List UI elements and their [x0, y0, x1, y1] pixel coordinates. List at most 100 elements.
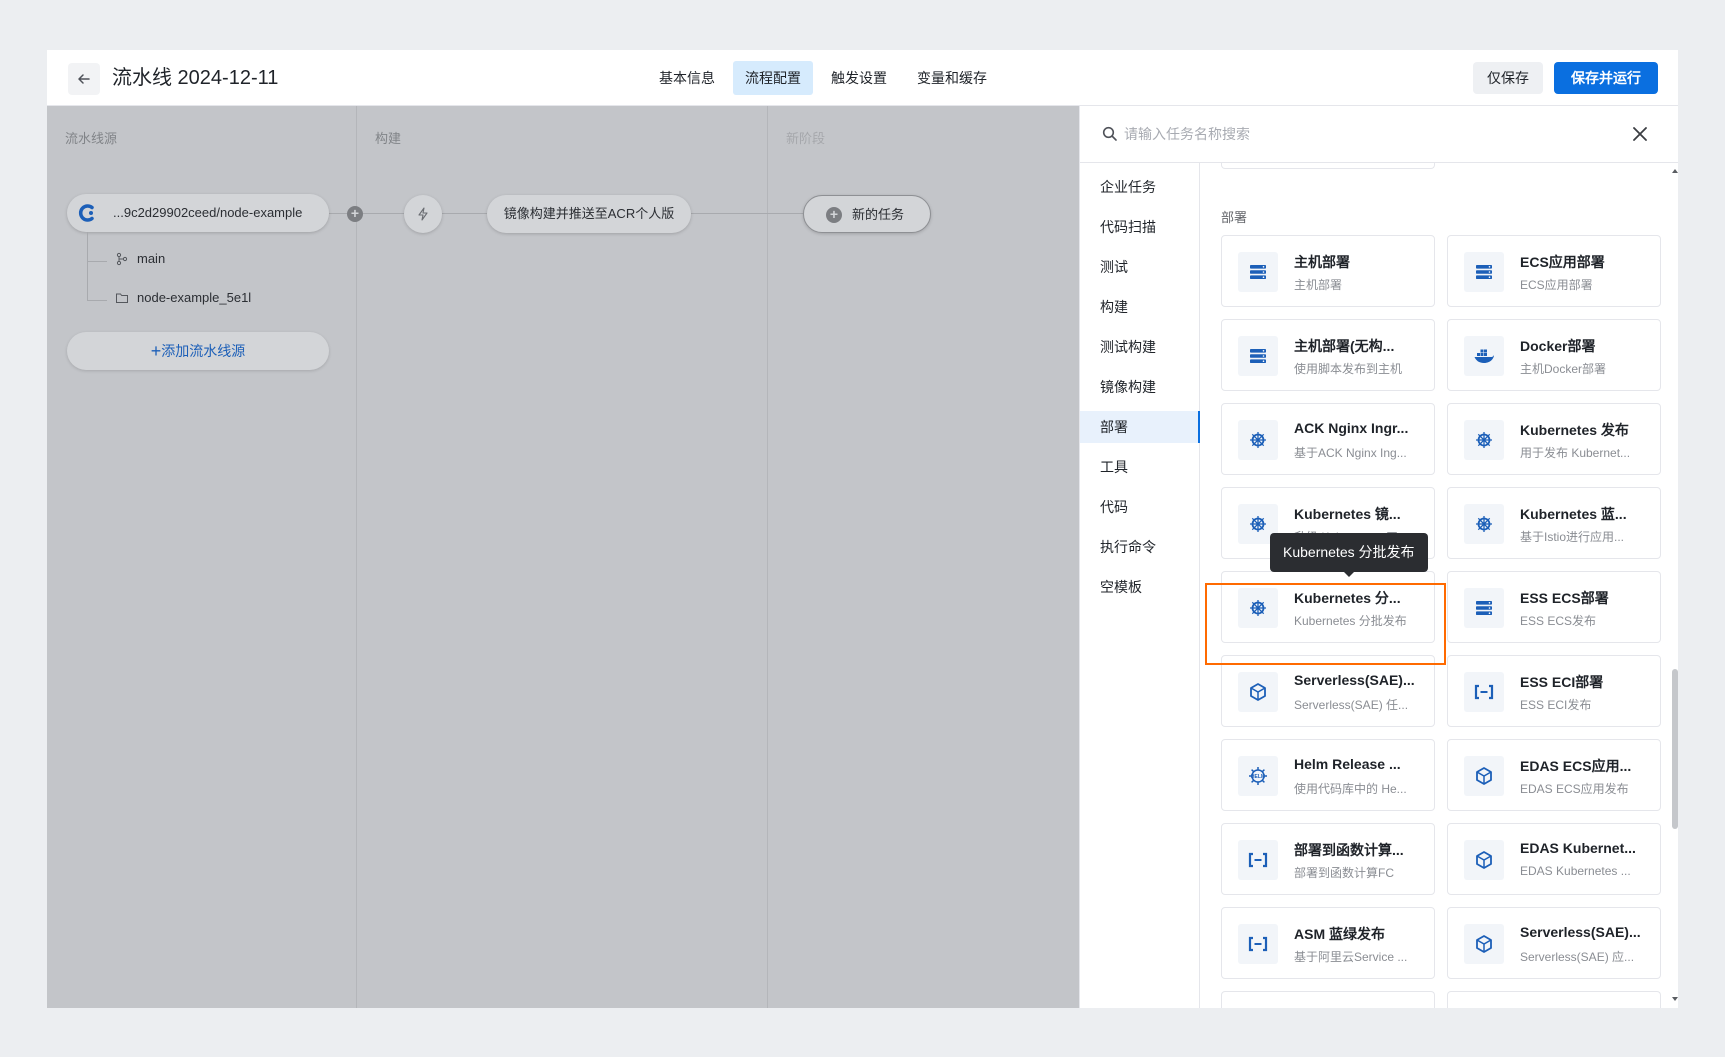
card-title: Helm Release ...: [1294, 756, 1401, 772]
plus-circle-icon: +: [826, 207, 842, 223]
card-desc: EDAS Kubernetes ...: [1520, 864, 1631, 878]
category-deploy[interactable]: 部署: [1080, 411, 1200, 443]
card-desc: Serverless(SAE) 应...: [1520, 950, 1635, 964]
add-node-plus-icon[interactable]: +: [347, 206, 363, 222]
card-title: Serverless(SAE)...: [1520, 924, 1641, 940]
task-card-edas-kubernetes[interactable]: EDAS Kubernet... EDAS Kubernetes ...: [1447, 823, 1661, 895]
card-desc: EDAS ECS应用发布: [1520, 782, 1629, 796]
pipeline-canvas: 流水线源 构建 新阶段 ...9c2d29902ceed/node-exampl…: [47, 106, 1079, 1008]
category-image-build[interactable]: 镜像构建: [1080, 371, 1199, 403]
card-desc: ESS ECS发布: [1520, 614, 1597, 628]
kubernetes-icon: [1464, 504, 1504, 544]
cube-icon: [1464, 756, 1504, 796]
task-card-kubernetes-release[interactable]: Kubernetes 发布 用于发布 Kubernet...: [1447, 403, 1661, 475]
server-icon: [1464, 252, 1504, 292]
pipeline-editor: 流水线 2024-12-11 基本信息 流程配置 触发设置 变量和缓存 仅保存 …: [47, 50, 1678, 1008]
category-build[interactable]: 构建: [1080, 291, 1199, 323]
highlight-box: [1205, 583, 1446, 665]
task-card-edas-ecs[interactable]: EDAS ECS应用... EDAS ECS应用发布: [1447, 739, 1661, 811]
stage-title: 构建: [375, 131, 402, 146]
card-desc: Serverless(SAE) 任...: [1294, 698, 1409, 712]
plus-icon: +: [150, 341, 162, 361]
add-source-label: 添加流水线源: [161, 343, 246, 359]
arrow-left-icon: [78, 74, 90, 84]
new-task-label: 新的任务: [852, 207, 905, 222]
search-bar: [1080, 106, 1678, 163]
tree-line: [87, 300, 107, 301]
card-title: ECS应用部署: [1520, 254, 1605, 270]
source-node[interactable]: ...9c2d29902ceed/node-example: [67, 194, 329, 232]
task-card-function-compute[interactable]: 部署到函数计算... 部署到函数计算FC: [1221, 823, 1435, 895]
tooltip-arrow: [1343, 571, 1355, 577]
search-icon: [1102, 126, 1117, 141]
card-title: Serverless(SAE)...: [1294, 672, 1415, 688]
tab-basic-info[interactable]: 基本信息: [647, 61, 727, 95]
scroll-down-arrow-icon[interactable]: [1672, 997, 1678, 1001]
tab-flow-config[interactable]: 流程配置: [733, 61, 813, 95]
card-title: 部署到函数计算...: [1294, 842, 1404, 858]
task-card-ess-ecs-deploy[interactable]: ESS ECS部署 ESS ECS发布: [1447, 571, 1661, 643]
scroll-thumb[interactable]: [1672, 669, 1678, 829]
task-card-serverless-sae-app[interactable]: Serverless(SAE)... Serverless(SAE) 应...: [1447, 907, 1661, 979]
helm-icon: HELM: [1238, 756, 1278, 796]
category-tools[interactable]: 工具: [1080, 451, 1199, 483]
card-desc: 主机部署: [1294, 278, 1343, 292]
card-title: Kubernetes 镜...: [1294, 506, 1401, 522]
save-only-button[interactable]: 仅保存: [1473, 62, 1543, 94]
build-task-node[interactable]: 镜像构建并推送至ACR个人版: [487, 195, 691, 233]
folder-name: node-example_5e1l: [137, 290, 252, 305]
add-source-button[interactable]: +添加流水线源: [67, 332, 329, 370]
card-desc: 基于ACK Nginx Ing...: [1294, 446, 1407, 460]
new-task-node[interactable]: + 新的任务: [803, 195, 931, 233]
task-card-kubernetes-blue-green[interactable]: Kubernetes 蓝... 基于Istio进行应用...: [1447, 487, 1661, 559]
card-title: 主机部署(无构...: [1294, 338, 1395, 354]
category-test-build[interactable]: 测试构建: [1080, 331, 1199, 363]
stage-source: 流水线源: [47, 106, 357, 1008]
codeup-logo-icon: [78, 204, 94, 222]
pipeline-title: 流水线 2024-12-11: [112, 67, 279, 89]
source-name: ...9c2d29902ceed/node-example: [113, 205, 303, 220]
stage-title: 新阶段: [786, 131, 826, 146]
card-title: ESS ECI部署: [1520, 674, 1604, 690]
save-and-run-button[interactable]: 保存并运行: [1554, 62, 1658, 94]
docker-icon: [1464, 336, 1504, 376]
task-card-ess-eci-deploy[interactable]: ESS ECI部署 ESS ECI发布: [1447, 655, 1661, 727]
task-search-input[interactable]: [1124, 120, 1604, 148]
back-button[interactable]: [68, 63, 100, 95]
task-card-asm-blue-green[interactable]: ASM 蓝绿发布 基于阿里云Service ...: [1221, 907, 1435, 979]
task-card-ecs-app-deploy[interactable]: ECS应用部署 ECS应用部署: [1447, 235, 1661, 307]
task-card-ack-nginx-ingress[interactable]: ACK Nginx Ingr... 基于ACK Nginx Ing...: [1221, 403, 1435, 475]
task-card-host-deploy-nobuild[interactable]: 主机部署(无构... 使用脚本发布到主机: [1221, 319, 1435, 391]
category-code-scan[interactable]: 代码扫描: [1080, 211, 1199, 243]
section-title: 部署: [1221, 210, 1248, 225]
branch-name: main: [137, 251, 166, 266]
card-desc: 主机Docker部署: [1520, 362, 1607, 376]
card-desc: 基于阿里云Service ...: [1294, 950, 1408, 964]
kubernetes-icon: [1464, 420, 1504, 460]
card-desc: ECS应用部署: [1520, 278, 1593, 292]
card-title: 主机部署: [1294, 254, 1350, 270]
category-enterprise[interactable]: 企业任务: [1080, 171, 1199, 203]
task-card-serverless-sae[interactable]: Serverless(SAE)... Serverless(SAE) 任...: [1221, 655, 1435, 727]
trigger-node[interactable]: [404, 195, 442, 233]
card-title: ESS ECS部署: [1520, 590, 1609, 606]
cube-icon: [1464, 924, 1504, 964]
task-card-docker-deploy[interactable]: Docker部署 主机Docker部署: [1447, 319, 1661, 391]
tab-trigger-settings[interactable]: 触发设置: [819, 61, 899, 95]
server-icon: [1464, 588, 1504, 628]
task-card-host-deploy[interactable]: 主机部署 主机部署: [1221, 235, 1435, 307]
category-exec-command[interactable]: 执行命令: [1080, 531, 1199, 563]
category-empty-template[interactable]: 空模板: [1080, 571, 1199, 603]
scroll-up-arrow-icon[interactable]: [1672, 169, 1678, 173]
svg-text:HELM: HELM: [1251, 774, 1265, 780]
task-card: [1221, 991, 1435, 1008]
category-test[interactable]: 测试: [1080, 251, 1199, 283]
card-desc: 使用脚本发布到主机: [1294, 362, 1403, 376]
stage-title: 流水线源: [65, 131, 118, 146]
lightning-icon: [418, 207, 428, 221]
tab-variables-cache[interactable]: 变量和缓存: [905, 61, 999, 95]
task-card-helm-release[interactable]: HELM Helm Release ... 使用代码库中的 He...: [1221, 739, 1435, 811]
category-code[interactable]: 代码: [1080, 491, 1199, 523]
scrollbar[interactable]: [1670, 163, 1678, 1008]
close-icon[interactable]: [1630, 124, 1650, 144]
